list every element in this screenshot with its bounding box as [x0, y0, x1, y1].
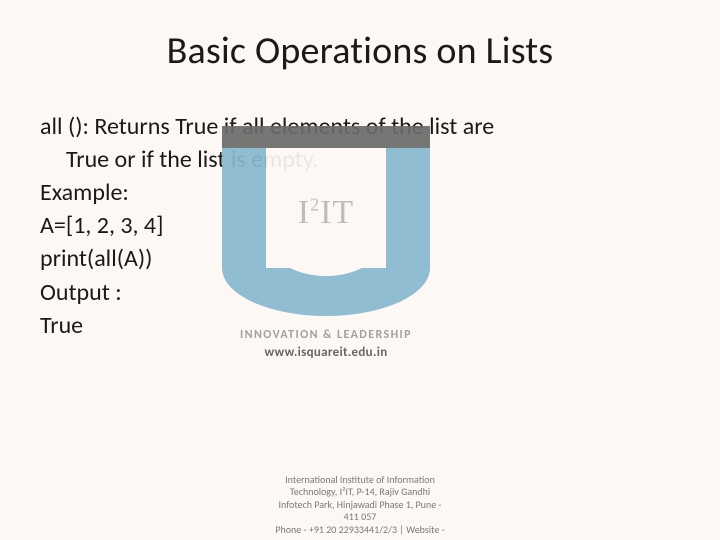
- body-line-all-desc-1: all (): Returns True if all elements of …: [40, 110, 680, 143]
- slide: I2IT INNOVATION & LEADERSHIP www.isquare…: [0, 0, 720, 540]
- body-line-all-desc-2: True or if the list is empty.: [40, 143, 680, 176]
- footer-line: 411 057: [180, 511, 540, 524]
- body-line-code-print: print(all(A)): [40, 242, 680, 275]
- page-title: Basic Operations on Lists: [40, 28, 680, 74]
- footer-line: Technology, I²IT, P-14, Rajiv Gandhi: [180, 486, 540, 499]
- footer-address: International Institute of Information T…: [0, 474, 720, 537]
- body-line-output-value: True: [40, 309, 680, 342]
- footer-line: Phone - +91 20 22933441/2/3 | Website -: [180, 524, 540, 537]
- tagline-url: www.isquareit.edu.in: [196, 345, 456, 360]
- body-line-output-label: Output :: [40, 276, 680, 309]
- body-line-code-assign: A=[1, 2, 3, 4]: [40, 209, 680, 242]
- slide-body: all (): Returns True if all elements of …: [40, 110, 680, 342]
- body-line-example-label: Example:: [40, 176, 680, 209]
